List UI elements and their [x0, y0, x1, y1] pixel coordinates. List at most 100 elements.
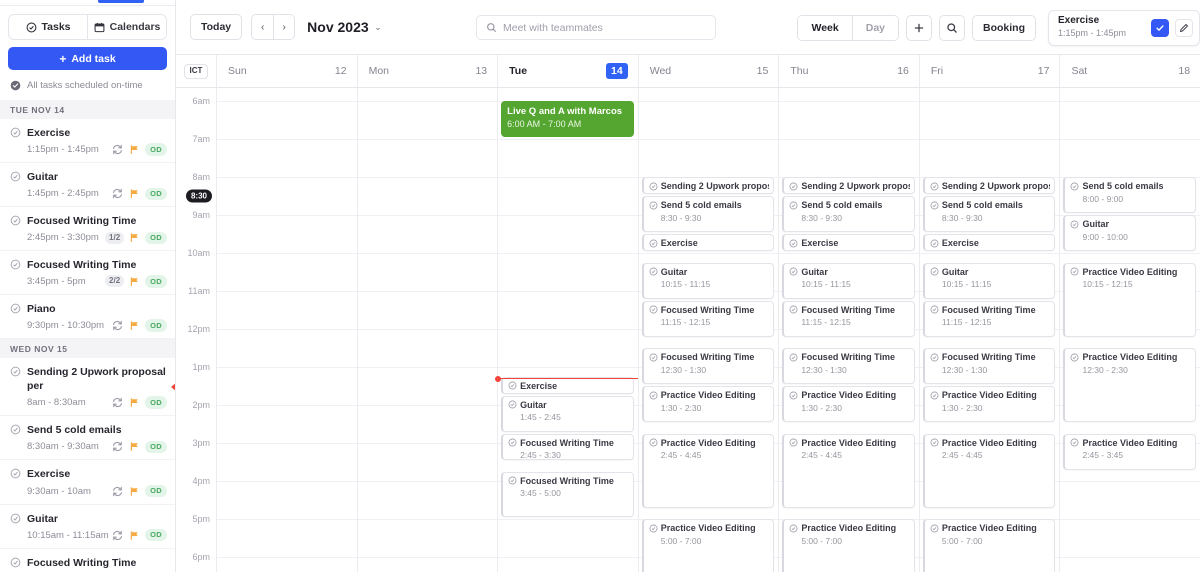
calendar-event[interactable]: Focused Writing Time 12:30 - 1:30 [641, 348, 775, 384]
event-checkbox-icon[interactable] [1070, 267, 1079, 276]
calendar-event[interactable]: Practice Video Editing 2:45 - 3:45 [1063, 433, 1197, 470]
calendar-event[interactable]: Focused Writing Time 11:15 - 12:15 [641, 300, 775, 337]
day-column-sat[interactable]: Send 5 cold emails 8:00 - 9:00 Guitar 9:00 … [1059, 88, 1200, 572]
list-item[interactable]: Focused Writing Time 3:45pm - 5pm 2/2 OD [0, 251, 175, 295]
task-checkbox-icon[interactable] [10, 127, 21, 138]
day-column-sun[interactable] [216, 88, 357, 572]
task-checkbox-icon[interactable] [10, 424, 21, 435]
event-checkbox-icon[interactable] [930, 353, 939, 362]
event-checkbox-icon[interactable] [930, 239, 939, 248]
view-week[interactable]: Week [798, 15, 852, 40]
day-column-tue[interactable]: Live Q and A with Marcos 6:00 AM - 7:00 A… [495, 88, 638, 572]
list-item[interactable]: Exercise 9:30am - 10am OD [0, 460, 175, 505]
task-checkbox-icon[interactable] [10, 259, 21, 270]
add-task-button[interactable]: + Add task [8, 47, 167, 70]
list-item[interactable]: Guitar 1:45pm - 2:45pm OD [0, 163, 175, 208]
calendar-event[interactable]: Guitar 10:15 - 11:15 [782, 262, 915, 299]
confirm-event-button[interactable] [1151, 18, 1169, 37]
flag-icon[interactable] [129, 320, 140, 331]
day-header-tue[interactable]: Tue 14 [497, 55, 638, 87]
month-picker[interactable]: Nov 2023 ⌄ [307, 19, 381, 35]
day-header-wed[interactable]: Wed 15 [637, 55, 779, 87]
day-header-fri[interactable]: Fri 17 [918, 55, 1060, 87]
active-event-chip[interactable]: Exercise 1:15pm - 1:45pm [1048, 9, 1200, 46]
calendar-event[interactable]: Exercise [641, 234, 775, 251]
flag-icon[interactable] [129, 441, 140, 452]
task-checkbox-icon[interactable] [10, 513, 21, 524]
event-checkbox-icon[interactable] [930, 267, 939, 276]
calendar-event[interactable]: Sending 2 Upwork proposal p [641, 177, 775, 194]
calendar-event[interactable]: Sending 2 Upwork proposal p [922, 177, 1056, 194]
flag-icon[interactable] [129, 144, 140, 155]
day-header-mon[interactable]: Mon 13 [356, 55, 498, 87]
event-checkbox-icon[interactable] [930, 182, 939, 191]
list-item[interactable]: Piano 9:30pm - 10:30pm OD [0, 295, 175, 339]
event-checkbox-icon[interactable] [789, 305, 798, 314]
flag-icon[interactable] [129, 530, 140, 541]
calendar-event[interactable]: Send 5 cold emails 8:30 - 9:30 [641, 196, 775, 232]
day-column-mon[interactable] [356, 88, 498, 572]
today-button[interactable]: Today [190, 14, 243, 40]
flag-icon[interactable] [129, 276, 140, 287]
event-checkbox-icon[interactable] [508, 476, 517, 485]
event-checkbox-icon[interactable] [789, 201, 798, 210]
event-checkbox-icon[interactable] [508, 381, 517, 390]
event-checkbox-icon[interactable] [789, 524, 798, 533]
calendar-event[interactable]: Guitar 10:15 - 11:15 [922, 262, 1056, 299]
event-checkbox-icon[interactable] [649, 239, 658, 248]
event-checkbox-icon[interactable] [1070, 220, 1079, 229]
event-checkbox-icon[interactable] [930, 391, 939, 400]
event-checkbox-icon[interactable] [1070, 438, 1079, 447]
event-checkbox-icon[interactable] [789, 239, 798, 248]
event-checkbox-icon[interactable] [789, 353, 798, 362]
add-event-button[interactable] [906, 14, 932, 41]
flag-icon[interactable] [129, 232, 140, 243]
calendar-event[interactable]: Send 5 cold emails 8:30 - 9:30 [922, 196, 1056, 232]
event-checkbox-icon[interactable] [789, 267, 798, 276]
tab-tasks[interactable]: Tasks [9, 15, 87, 39]
calendar-event[interactable]: Guitar 1:45 - 2:45 [501, 395, 634, 432]
event-checkbox-icon[interactable] [1070, 182, 1079, 191]
calendar-event[interactable]: Practice Video Editing 2:45 - 4:45 [922, 433, 1056, 508]
day-header-thu[interactable]: Thu 16 [778, 55, 919, 87]
calendar-event[interactable]: Practice Video Editing 1:30 - 2:30 [922, 386, 1056, 422]
event-checkbox-icon[interactable] [930, 524, 939, 533]
list-item[interactable]: Focused Writing Time 2:45pm - 3:30pm 1/2 OD [0, 207, 175, 252]
calendar-event[interactable]: Send 5 cold emails 8:30 - 9:30 [782, 196, 915, 232]
list-item[interactable]: Exercise 1:15pm - 1:45pm OD [0, 119, 175, 164]
calendar-event[interactable]: Sending 2 Upwork proposal p [782, 177, 915, 194]
calendar-event[interactable]: Focused Writing Time 12:30 - 1:30 [922, 348, 1056, 384]
calendar-event[interactable]: Focused Writing Time 11:15 - 12:15 [922, 300, 1056, 337]
event-checkbox-icon[interactable] [508, 438, 517, 447]
list-item[interactable]: Send 5 cold emails 8:30am - 9:30am OD [0, 416, 175, 461]
event-checkbox-icon[interactable] [789, 391, 798, 400]
event-checkbox-icon[interactable] [930, 305, 939, 314]
day-header-sun[interactable]: Sun 12 [216, 55, 357, 87]
event-checkbox-icon[interactable] [649, 182, 658, 191]
calendar-event[interactable]: Practice Video Editing 2:45 - 4:45 [641, 433, 775, 508]
calendar-event[interactable]: Practice Video Editing 5:00 - 7:00 [922, 519, 1056, 572]
event-checkbox-icon[interactable] [1070, 353, 1079, 362]
next-week-button[interactable]: › [273, 15, 295, 39]
event-checkbox-icon[interactable] [930, 438, 939, 447]
list-item[interactable]: Focused Writing Time11:15am - 12:15pm1/2… [0, 549, 175, 572]
event-checkbox-icon[interactable] [789, 182, 798, 191]
task-checkbox-icon[interactable] [10, 468, 21, 479]
event-checkbox-icon[interactable] [649, 201, 658, 210]
calendar-event[interactable]: Send 5 cold emails 8:00 - 9:00 [1063, 177, 1197, 213]
event-checkbox-icon[interactable] [930, 201, 939, 210]
prev-week-button[interactable]: ‹ [252, 15, 274, 39]
calendar-event[interactable]: Practice Video Editing 2:45 - 4:45 [782, 433, 915, 508]
calendar-event[interactable]: Focused Writing Time 11:15 - 12:15 [782, 300, 915, 337]
day-column-fri[interactable]: Sending 2 Upwork proposal p Send 5 cold e… [918, 88, 1060, 572]
search-button[interactable] [939, 14, 965, 41]
calendar-event[interactable]: Practice Video Editing 12:30 - 2:30 [1063, 348, 1197, 422]
calendar-event[interactable]: Exercise [922, 234, 1056, 251]
task-checkbox-icon[interactable] [10, 557, 21, 568]
task-checkbox-icon[interactable] [10, 303, 21, 314]
event-checkbox-icon[interactable] [649, 305, 658, 314]
task-checkbox-icon[interactable] [10, 366, 21, 377]
calendar-event[interactable]: Practice Video Editing 10:15 - 12:15 [1063, 262, 1197, 337]
calendar-event[interactable]: Live Q and A with Marcos 6:00 AM - 7:00 A… [501, 101, 634, 137]
flag-icon[interactable] [129, 397, 140, 408]
